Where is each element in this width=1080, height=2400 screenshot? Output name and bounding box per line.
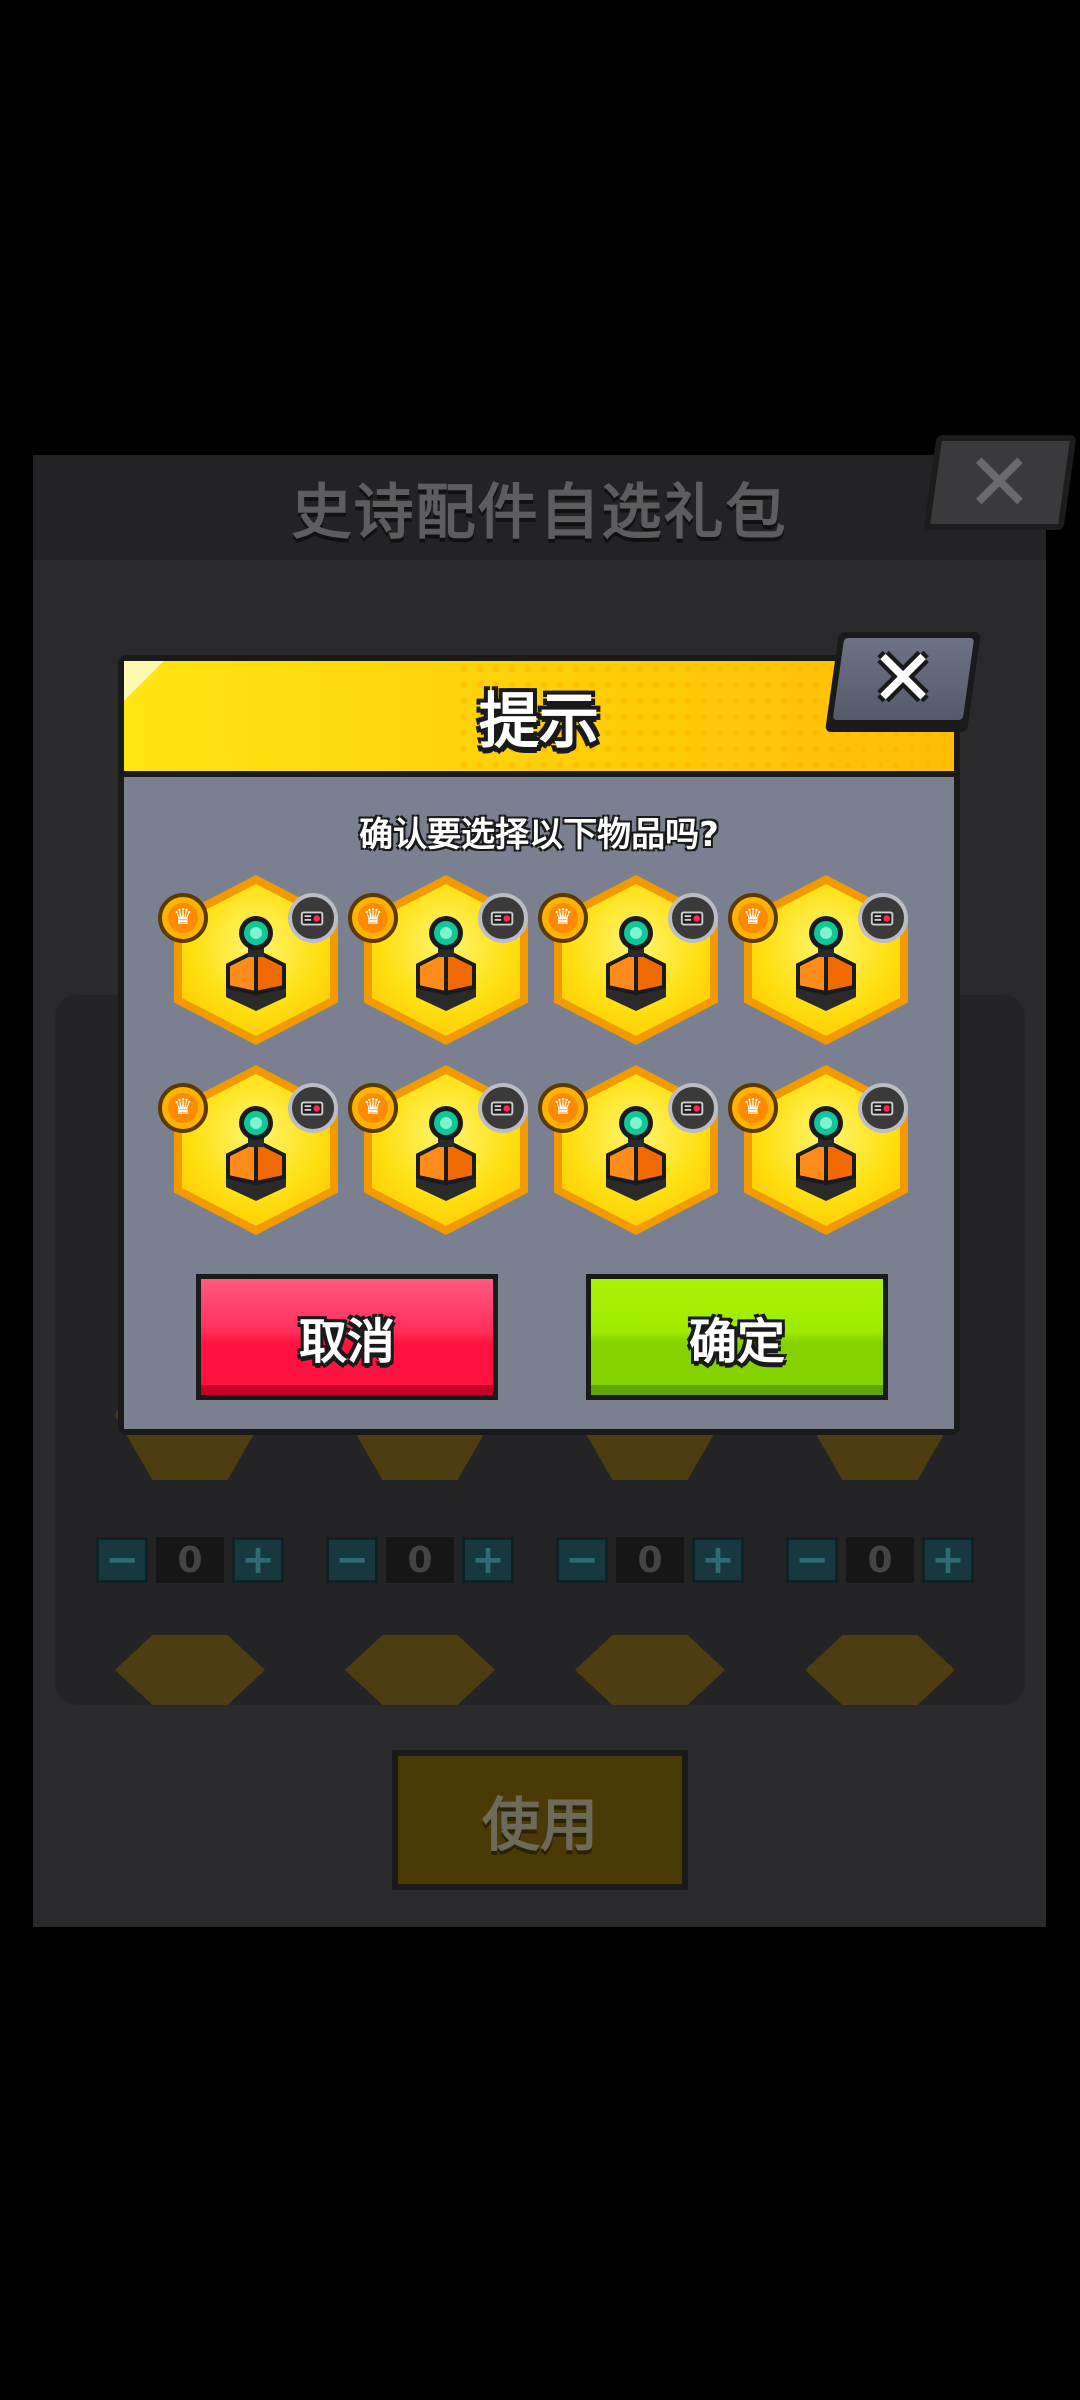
gift-pack-close-button[interactable]: ✕ xyxy=(923,435,1077,530)
crown-icon: ♛ xyxy=(158,1083,208,1133)
crown-icon: ♛ xyxy=(348,1083,398,1133)
close-icon: ✕ xyxy=(870,634,937,724)
selected-item: ♛ xyxy=(158,875,346,1055)
selected-item: ♛ xyxy=(538,1065,726,1245)
crown-icon: ♛ xyxy=(728,893,778,943)
quantity-stepper[interactable]: − 0 + xyxy=(96,1537,284,1583)
decrement-button[interactable]: − xyxy=(786,1537,838,1583)
cannon-icon xyxy=(478,1083,528,1133)
close-icon: ✕ xyxy=(966,435,1034,529)
crown-icon: ♛ xyxy=(538,893,588,943)
quantity-value: 0 xyxy=(616,1537,684,1583)
increment-button[interactable]: + xyxy=(922,1537,974,1583)
use-button-label: 使用 xyxy=(481,1791,598,1859)
bg-item-slot xyxy=(345,1635,495,1705)
crown-icon: ♛ xyxy=(158,893,208,943)
confirm-dialog: 提示 确认要选择以下物品吗? ♛ ♛ ♛ ♛ ♛ ♛ ♛ ♛ 取消 确定 xyxy=(118,655,960,1435)
increment-button[interactable]: + xyxy=(692,1537,744,1583)
dialog-question: 确认要选择以下物品吗? xyxy=(359,815,719,855)
cannon-icon xyxy=(668,1083,718,1133)
dialog-close-button[interactable]: ✕ xyxy=(824,632,982,732)
bg-item-slot xyxy=(115,1635,265,1705)
bg-item-slot xyxy=(805,1635,955,1705)
decrement-button[interactable]: − xyxy=(96,1537,148,1583)
cannon-icon xyxy=(858,893,908,943)
cannon-icon xyxy=(478,893,528,943)
selected-item: ♛ xyxy=(348,1065,536,1245)
quantity-stepper[interactable]: − 0 + xyxy=(786,1537,974,1583)
crown-icon: ♛ xyxy=(348,893,398,943)
quantity-value: 0 xyxy=(846,1537,914,1583)
dialog-body: 确认要选择以下物品吗? ♛ ♛ ♛ ♛ ♛ ♛ ♛ ♛ 取消 确定 xyxy=(124,777,954,1429)
selected-item: ♛ xyxy=(728,875,916,1055)
selected-item: ♛ xyxy=(348,875,536,1055)
confirm-button-label: 确定 xyxy=(688,1314,785,1370)
selected-item: ♛ xyxy=(538,875,726,1055)
increment-button[interactable]: + xyxy=(232,1537,284,1583)
decrement-button[interactable]: − xyxy=(326,1537,378,1583)
selected-item: ♛ xyxy=(728,1065,916,1245)
gift-pack-header: 史诗配件自选礼包 xyxy=(33,455,1046,560)
crown-icon: ♛ xyxy=(538,1083,588,1133)
use-button[interactable]: 使用 xyxy=(392,1750,688,1890)
quantity-stepper[interactable]: − 0 + xyxy=(556,1537,744,1583)
quantity-value: 0 xyxy=(386,1537,454,1583)
cancel-button-label: 取消 xyxy=(298,1314,395,1370)
gift-pack-title: 史诗配件自选礼包 xyxy=(291,478,788,548)
increment-button[interactable]: + xyxy=(462,1537,514,1583)
selected-item: ♛ xyxy=(158,1065,346,1245)
confirm-button[interactable]: 确定 xyxy=(586,1274,888,1400)
decrement-button[interactable]: − xyxy=(556,1537,608,1583)
cannon-icon xyxy=(858,1083,908,1133)
quantity-value: 0 xyxy=(156,1537,224,1583)
cannon-icon xyxy=(668,893,718,943)
cannon-icon xyxy=(288,893,338,943)
cancel-button[interactable]: 取消 xyxy=(196,1274,498,1400)
bg-item-slot xyxy=(575,1635,725,1705)
cannon-icon xyxy=(288,1083,338,1133)
crown-icon: ♛ xyxy=(728,1083,778,1133)
quantity-stepper[interactable]: − 0 + xyxy=(326,1537,514,1583)
